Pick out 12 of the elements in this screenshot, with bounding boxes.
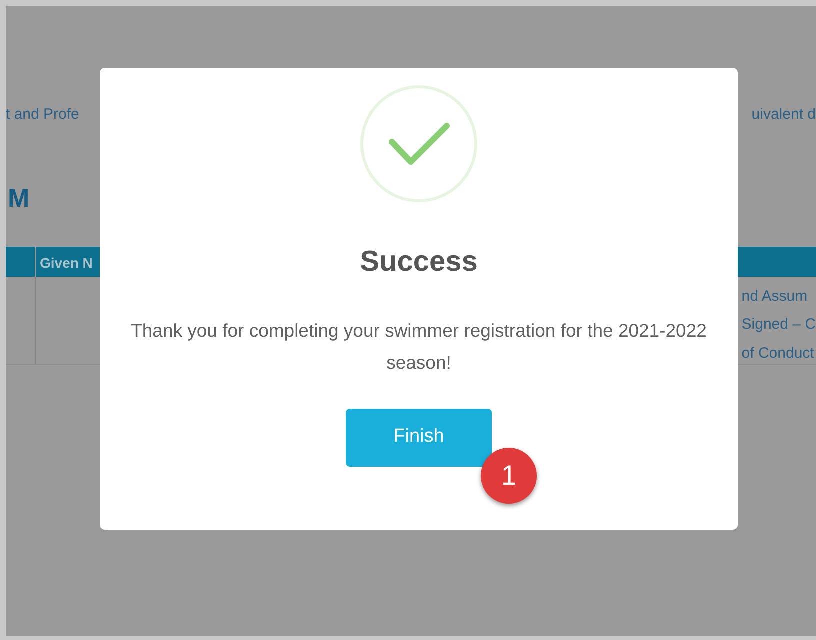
dialog-message: Thank you for completing your swimmer registration for the 2021-2022 season! [130,318,708,374]
dialog-title: Success [360,245,478,280]
intro-text: t and Profe [6,105,80,125]
column-header: Given N [39,254,94,272]
checkmark-icon [359,84,479,204]
finish-button[interactable]: Finish [346,408,492,466]
table-cell-text: Signed – C [742,315,816,335]
page-heading: M [7,184,31,210]
table-cell-text: nd Assum [742,286,809,306]
step-badge: 1 [481,448,537,504]
table-cell-text: of Conduct [742,344,816,364]
intro-text: uivalent d [752,105,816,125]
